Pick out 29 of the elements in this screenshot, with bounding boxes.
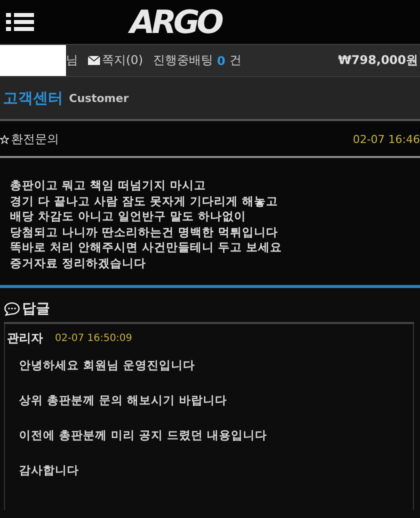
reply-paragraph: 상위 총판분께 문의 해보시기 바랍니다: [19, 392, 228, 409]
balance: ₩798,000원: [338, 52, 418, 69]
redaction-box: [0, 45, 66, 76]
reply-paragraph: 이전에 총판분께 미리 공지 드렸던 내용입니다: [19, 427, 268, 444]
post-title: 환전문의: [11, 131, 59, 148]
section-title: 고객센터: [3, 88, 63, 108]
post-text-line: 배당 차감도 아니고 일언반구 말도 하나없이: [10, 209, 248, 224]
betting-count: 0: [217, 54, 226, 68]
username-suffix: 님: [66, 52, 78, 69]
post-text-line: 똑바로 처리 안해주시면 사건만들테니 두고 보세요: [10, 240, 284, 256]
reply-date: 02-07 16:50:09: [55, 333, 132, 344]
speech-bubble-icon: [4, 302, 20, 316]
reply-paragraph: 감사합니다: [19, 462, 80, 479]
reply-heading: 답글: [22, 300, 50, 318]
post-text-line: 증거자료 정리하겠습니다: [10, 256, 148, 271]
post-text-line: 총판이고 뭐고 책임 떠넘기지 마시고: [10, 178, 208, 194]
section-subtitle: Customer: [69, 92, 129, 104]
logo[interactable]: ARGO: [130, 4, 221, 40]
reply-author: 관리자: [7, 330, 43, 347]
post-text-line: 당첨되고 나니까 딴소리하는건 명백한 먹튀입니다: [10, 224, 280, 240]
messages-link[interactable]: 쪽지(0): [102, 52, 143, 69]
reply-paragraph: 안녕하세요 회원님 운영진입니다: [19, 357, 196, 374]
post-date: 02-07 16:46: [352, 133, 420, 146]
mail-icon: [88, 56, 100, 65]
menu-icon[interactable]: [6, 11, 34, 33]
post-text-line: 경기 다 끝나고 사람 잠도 못자게 기다리게 해놓고: [10, 194, 280, 209]
betting-label: 진행중배팅: [153, 52, 213, 69]
betting-unit: 건: [229, 52, 242, 69]
star-icon: [0, 135, 9, 144]
